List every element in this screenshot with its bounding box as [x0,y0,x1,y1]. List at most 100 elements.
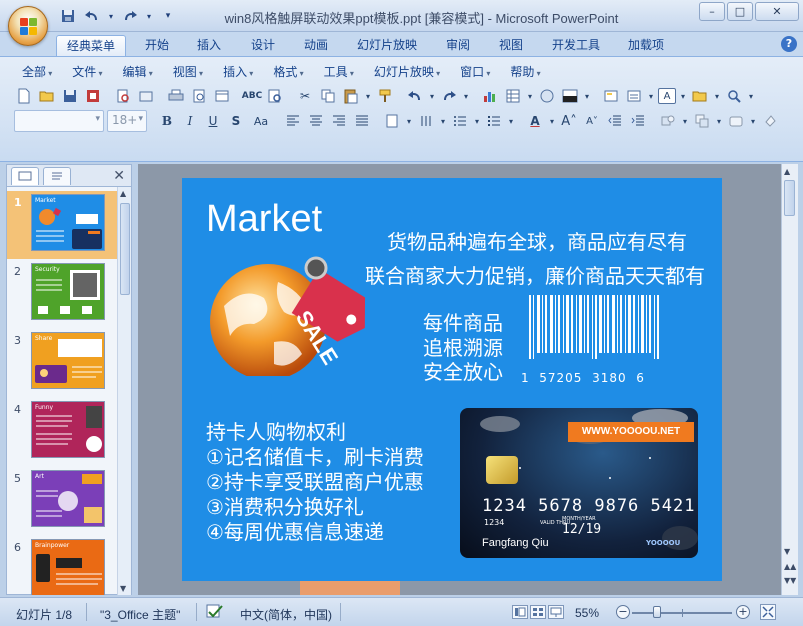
menu-insert[interactable]: 插入 [213,63,263,81]
redo-icon[interactable] [439,86,459,106]
slide-layout-dropdown-icon[interactable]: ▾ [647,86,655,106]
tab-outline[interactable] [43,167,71,185]
redo-icon[interactable] [120,7,140,25]
tab-home[interactable]: 开始 [135,35,179,56]
close-button[interactable]: ✕ [755,2,799,21]
cut-icon[interactable]: ✂ [295,86,315,106]
bullets-dropdown-icon[interactable]: ▾ [507,111,515,131]
textbox-dropdown-icon[interactable]: ▾ [679,86,687,106]
language[interactable]: 中文(简体，中国) [240,606,332,623]
trace-text-3[interactable]: 安全放心 [423,356,503,385]
format-painter-icon[interactable] [375,86,395,106]
next-slide-icon[interactable]: ▼▼ [784,576,796,585]
folder-dropdown-icon[interactable]: ▾ [713,86,721,106]
bullets-icon[interactable] [484,111,504,131]
tab-slides[interactable] [11,167,39,185]
text-direction-dropdown-icon[interactable]: ▾ [405,111,413,131]
underline-icon[interactable]: U [203,111,223,131]
office-button[interactable] [8,6,48,46]
slide-sorter-view-icon[interactable] [530,605,546,619]
tab-animations[interactable]: 动画 [294,35,338,56]
shapes-icon[interactable] [658,111,678,131]
menu-format[interactable]: 格式 [263,63,313,81]
menu-all[interactable]: 全部 [12,63,62,81]
font-color-icon[interactable]: A [525,111,545,131]
shadow-icon[interactable]: S [226,111,246,131]
permission-icon[interactable] [83,86,103,106]
theme-name[interactable]: "3_Office 主题" [100,606,180,623]
scroll-up-icon[interactable]: ▲ [120,189,126,198]
change-case-icon[interactable]: Aa [249,111,273,131]
quick-styles-icon[interactable] [726,111,746,131]
quick-styles-dropdown-icon[interactable]: ▾ [749,111,757,131]
menu-view[interactable]: 视图 [163,63,213,81]
decrease-indent-icon[interactable] [605,111,625,131]
scrollbar-thumb[interactable] [120,203,130,295]
scroll-up-icon[interactable]: ▲ [784,167,790,176]
shapes-dropdown-icon[interactable]: ▾ [681,111,689,131]
italic-icon[interactable]: I [180,111,200,131]
slide-thumbnail[interactable]: 3 Share [7,329,117,397]
textbox-icon[interactable]: A [658,88,676,104]
print-icon[interactable] [166,86,186,106]
menu-slideshow[interactable]: 幻灯片放映 [364,63,450,81]
bold-icon[interactable]: B [157,111,177,131]
print-preview-icon[interactable] [113,86,133,106]
tab-view[interactable]: 视图 [489,35,533,56]
zoom-level[interactable]: 55% [575,606,599,620]
paste-dropdown-icon[interactable]: ▾ [364,86,372,106]
preview-icon[interactable] [189,86,209,106]
shape-fill-icon[interactable] [760,111,780,131]
main-vertical-scrollbar[interactable]: ▲ ▼ ▲▲ ▼▼ [781,164,798,595]
tab-design[interactable]: 设计 [241,35,285,56]
slide-thumbnail[interactable]: 6 Brainpower [7,536,117,595]
slide-thumbnail[interactable]: 5 Art [7,467,117,535]
spell-check-icon[interactable] [206,604,224,623]
attach-icon[interactable] [136,86,156,106]
research-icon[interactable] [265,86,285,106]
tab-review[interactable]: 审阅 [436,35,480,56]
justify-icon[interactable] [352,111,372,131]
columns-icon[interactable] [416,111,436,131]
zoom-slider[interactable] [632,606,732,618]
scroll-down-icon[interactable]: ▼ [120,584,126,593]
fit-to-window-icon[interactable] [760,604,776,620]
slideshow-view-icon[interactable] [548,605,564,619]
slide-thumbnail[interactable]: 2 Security [7,260,117,328]
tab-addins[interactable]: 加载项 [618,35,674,56]
open-icon[interactable] [37,86,57,106]
chart-icon[interactable] [480,86,500,106]
numbering-icon[interactable] [450,111,470,131]
align-right-icon[interactable] [329,111,349,131]
layout-icon[interactable] [212,86,232,106]
text-direction-icon[interactable] [382,111,402,131]
columns-dropdown-icon[interactable]: ▾ [439,111,447,131]
increase-indent-icon[interactable] [628,111,648,131]
clipart-icon[interactable] [537,86,557,106]
grayscale-dropdown-icon[interactable]: ▾ [583,86,591,106]
menu-tools[interactable]: 工具 [314,63,364,81]
find-icon[interactable] [724,86,744,106]
help-icon[interactable]: ? [781,36,797,52]
folder-icon[interactable] [690,86,710,106]
normal-view-icon[interactable] [512,605,528,619]
copy-icon[interactable] [318,86,338,106]
menu-file[interactable]: 文件 [62,63,112,81]
scroll-down-icon[interactable]: ▼ [784,547,790,556]
slides-panel-scrollbar[interactable]: ▲ ▼ [117,187,131,595]
tab-developer[interactable]: 开发工具 [542,35,610,56]
slide-title[interactable]: Market [206,198,322,241]
align-left-icon[interactable] [283,111,303,131]
paste-icon[interactable] [341,86,361,106]
slide-thumbnail[interactable]: 4 Funny [7,398,117,466]
slide-thumbnail[interactable]: 1 Market [7,191,117,259]
arrange-dropdown-icon[interactable]: ▾ [715,111,723,131]
undo-icon[interactable] [405,86,425,106]
slide-layout-icon[interactable] [624,86,644,106]
shrink-font-icon[interactable]: A˅ [582,111,602,131]
save-icon[interactable] [58,7,78,25]
slide-text-line2[interactable]: 联合商家大力促销，廉价商品天天都有 [365,260,705,289]
font-size-select[interactable]: 18+ [107,110,147,132]
menu-window[interactable]: 窗口 [450,63,500,81]
undo-icon[interactable] [82,7,102,25]
